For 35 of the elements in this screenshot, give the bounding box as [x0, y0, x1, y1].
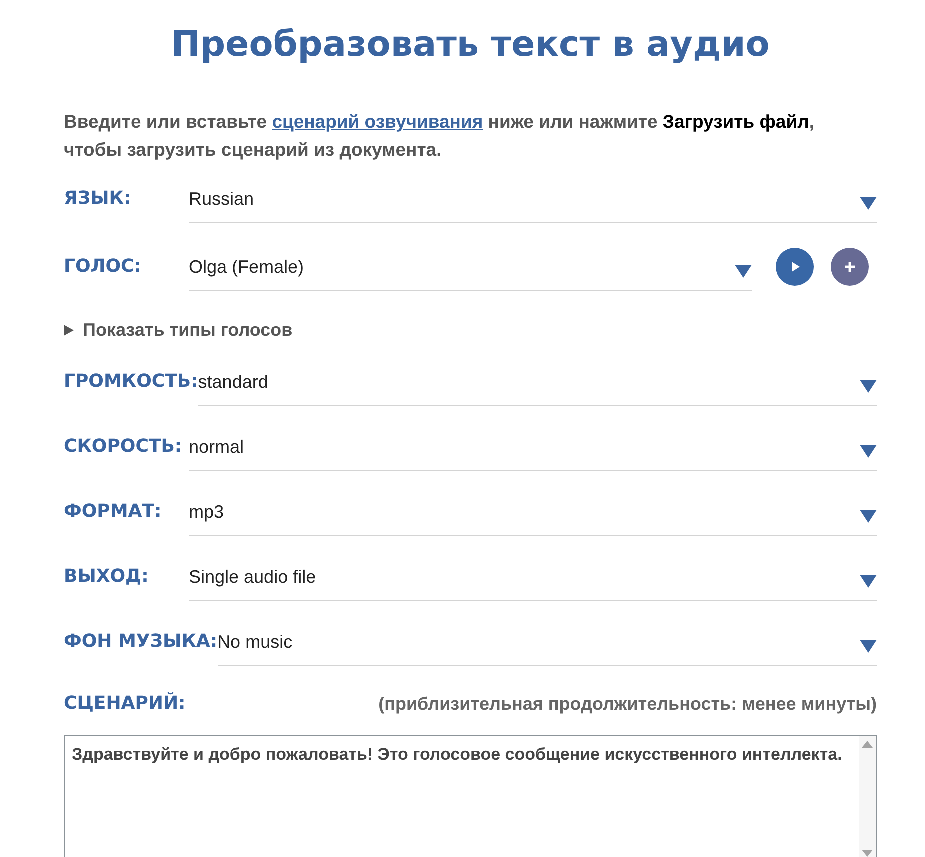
plus-icon — [845, 262, 855, 272]
dropdown-select[interactable]: normal — [189, 428, 877, 471]
play-icon — [790, 262, 800, 272]
scroll-up-icon — [862, 741, 873, 748]
script-link[interactable]: сценарий озвучивания — [272, 111, 484, 132]
dropdown-arrow-icon — [735, 265, 752, 278]
duration-note: (приблизительная продолжительность: менее минуты) — [378, 693, 877, 715]
page-title: Преобразовать текст в аудио — [171, 24, 770, 67]
field-label: ГРОМКОСТЬ: — [64, 370, 198, 393]
dropdown-select[interactable]: standard — [198, 363, 877, 406]
intro-text: Введите или вставьте сценарий озвучивания ниже или нажмите Загрузить файл, чтобы загрузить сценарий из документа. — [64, 110, 816, 162]
dropdown-arrow-icon — [860, 445, 877, 458]
field-label: ФОРМАТ: — [64, 500, 163, 523]
scroll-down-icon — [862, 850, 873, 857]
dropdown-select[interactable]: Single audio file — [189, 558, 877, 601]
scrollbar[interactable] — [859, 736, 876, 857]
field-label: ГОЛОС: — [64, 255, 142, 278]
dropdown-select[interactable]: Olga (Female) — [189, 248, 752, 291]
play-button[interactable] — [776, 248, 814, 286]
dropdown-arrow-icon — [860, 197, 877, 210]
dropdown-select[interactable]: mp3 — [189, 493, 877, 536]
show-voice-types-toggle[interactable]: Показать типы голосов — [64, 320, 293, 340]
field-label: СЦЕНАРИЙ: — [64, 693, 186, 715]
dropdown-arrow-icon — [860, 510, 877, 523]
field-label: ФОН МУЗЫКА: — [64, 630, 218, 653]
field-label: ЯЗЫК: — [64, 187, 132, 210]
dropdown-arrow-icon — [860, 640, 877, 653]
field-label: СКОРОСТЬ: — [64, 435, 184, 458]
dropdown-select[interactable]: No music — [218, 623, 877, 666]
script-textarea[interactable]: Здравствуйте и добро пожаловать! Это голосовое сообщение искусственного интеллекта. — [64, 735, 877, 857]
field-label: ВЫХОД: — [64, 565, 150, 588]
add-button[interactable] — [831, 248, 869, 286]
dropdown-arrow-icon — [860, 575, 877, 588]
dropdown-arrow-icon — [860, 380, 877, 393]
dropdown-select[interactable]: Russian — [189, 180, 877, 223]
